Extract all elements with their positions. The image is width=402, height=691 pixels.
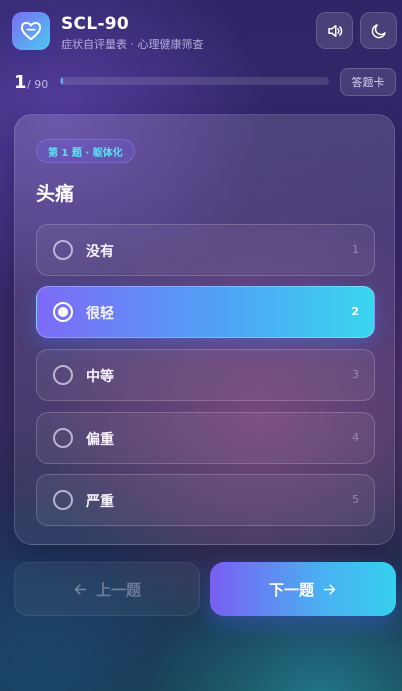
question-card: 第 1 题 · 躯体化 头痛 没有 1 很轻 2 中等 3 偏重 4 严重 5 [14,114,395,545]
progress-current: 1 [14,72,27,93]
theme-toggle-button[interactable] [360,12,397,49]
sound-toggle-button[interactable] [316,12,353,49]
app-logo [12,12,50,50]
prev-question-button[interactable]: 上一题 [14,562,200,616]
progress-bar-fill [60,77,64,85]
prev-question-label: 上一题 [95,580,141,599]
arrow-left-icon [73,582,88,597]
option-item[interactable]: 没有 1 [36,224,375,276]
answer-card-button[interactable]: 答题卡 [340,68,396,96]
option-label: 中等 [86,369,114,385]
progress-row: 1 / 90 答题卡 [12,68,396,96]
option-item[interactable]: 偏重 4 [36,412,375,464]
app-header: SCL-90 症状自评量表 · 心理健康筛查 [12,12,397,52]
app-title: SCL-90 [61,14,130,34]
option-value: 4 [352,431,359,444]
radio-button[interactable] [53,302,73,322]
option-label: 没有 [86,244,114,260]
radio-selected-dot [58,307,68,317]
heart-icon [20,21,42,41]
option-label: 严重 [86,494,114,510]
app-subtitle: 症状自评量表 · 心理健康筛查 [61,38,204,51]
question-text: 头痛 [36,183,75,205]
option-item[interactable]: 中等 3 [36,349,375,401]
option-item[interactable]: 很轻 2 [36,286,375,338]
radio-button[interactable] [53,428,73,448]
question-badge: 第 1 题 · 躯体化 [36,139,135,163]
option-item[interactable]: 严重 5 [36,474,375,526]
option-value: 5 [352,493,359,506]
option-value: 2 [351,305,359,318]
option-value: 3 [352,368,359,381]
radio-button[interactable] [53,365,73,385]
next-question-button[interactable]: 下一题 [210,562,396,616]
progress-total: / 90 [27,78,49,91]
moon-icon [370,22,388,40]
radio-button[interactable] [53,490,73,510]
speaker-icon [326,22,344,40]
progress-bar [60,77,329,85]
option-label: 偏重 [86,432,114,448]
option-value: 1 [352,243,359,256]
next-question-label: 下一题 [268,580,314,599]
arrow-right-icon [322,582,337,597]
radio-button[interactable] [53,240,73,260]
option-label: 很轻 [86,306,114,322]
